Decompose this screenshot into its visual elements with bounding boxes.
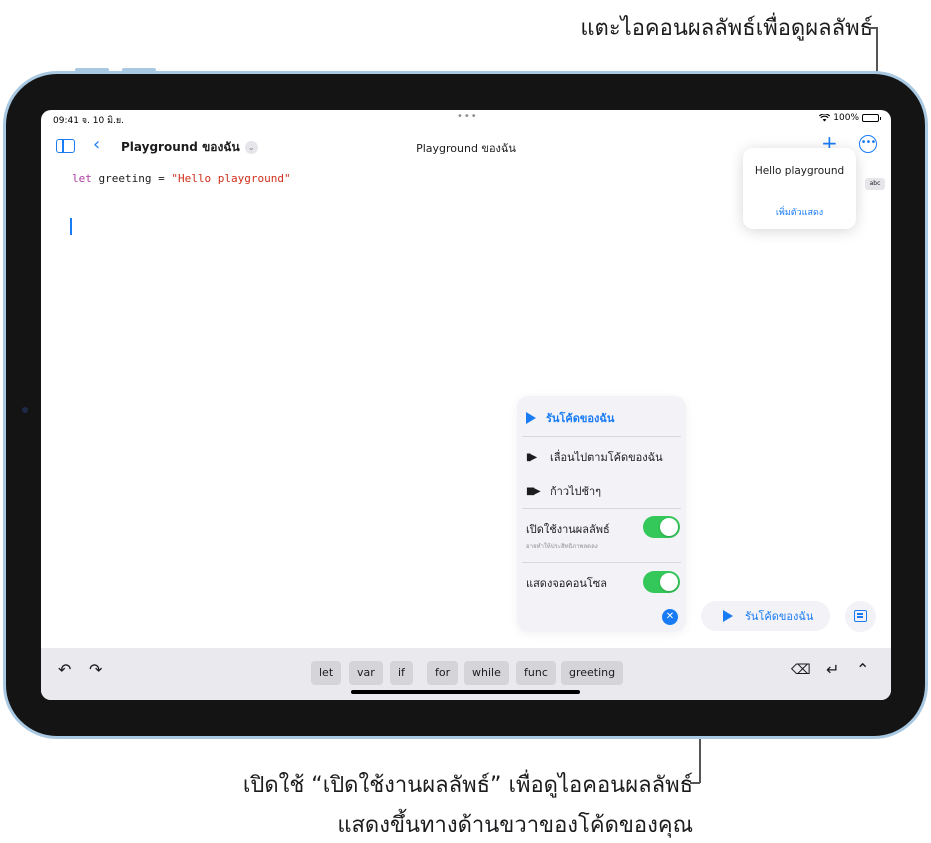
console-button[interactable] xyxy=(845,601,876,632)
home-indicator xyxy=(351,690,580,694)
callout-leader-top-tick xyxy=(869,27,877,29)
code-string: "Hello playground" xyxy=(171,172,291,185)
add-viewer-button[interactable]: เพิ่มตัวแสดง xyxy=(743,205,856,219)
undo-icon[interactable]: ↶ xyxy=(58,660,71,679)
battery-percent: 100% xyxy=(833,113,859,123)
shortcut-chip[interactable]: for xyxy=(427,661,459,685)
menu-step-through[interactable]: ▮▶ เลื่อนไปตามโค้ดของฉัน xyxy=(526,448,663,466)
shortcut-chip[interactable]: greeting xyxy=(561,661,624,685)
front-camera xyxy=(22,407,28,413)
step-through-icon: ▮▶ xyxy=(526,451,537,463)
menu-step-slowly-label: ก้าวไปช้าๆ xyxy=(550,485,602,498)
shortcut-bar: ↶ ↷ let var if for while func greeting ⌫… xyxy=(41,648,891,700)
menu-step-through-label: เลื่อนไปตามโค้ดของฉัน xyxy=(550,451,663,464)
more-ellipsis-icon[interactable]: ••• xyxy=(859,135,877,153)
shortcut-chip[interactable]: var xyxy=(349,661,383,685)
redo-icon[interactable]: ↷ xyxy=(89,660,102,679)
delete-backward-icon[interactable]: ⌫ xyxy=(791,662,811,678)
callout-line-2: แสดงขึ้นทางด้านขวาของโค้ดของคุณ xyxy=(337,813,693,838)
close-menu-icon[interactable]: ✕ xyxy=(662,609,678,625)
status-bar: 09:41 จ. 10 มิ.ย. ••• 100% xyxy=(41,110,891,128)
volume-button xyxy=(75,68,109,72)
menu-step-slowly[interactable]: ▮▮▶ ก้าวไปช้าๆ xyxy=(526,482,601,500)
battery-icon xyxy=(862,114,881,122)
status-right: 100% xyxy=(819,113,881,123)
multitasking-dots[interactable]: ••• xyxy=(457,111,478,122)
menu-run-label: รันโค้ดของฉัน xyxy=(546,412,615,425)
ipad-screen: 09:41 จ. 10 มิ.ย. ••• 100% ‹ Playground … xyxy=(41,110,891,700)
result-value: Hello playground xyxy=(754,165,845,177)
text-cursor xyxy=(70,218,72,235)
result-popover: Hello playground เพิ่มตัวแสดง xyxy=(743,148,856,229)
result-icon[interactable]: abc xyxy=(865,178,885,190)
play-icon xyxy=(723,610,733,622)
shortcut-chip[interactable]: func xyxy=(516,661,556,685)
code-keyword: let xyxy=(72,172,92,185)
show-console-toggle[interactable] xyxy=(643,571,680,593)
code-editor[interactable]: let greeting = "Hello playground" xyxy=(72,172,291,185)
code-identifier: greeting = xyxy=(91,172,172,185)
callout-leader-bottom-tick-bottom xyxy=(690,782,700,784)
shortcut-chip[interactable]: if xyxy=(390,661,413,685)
play-icon xyxy=(526,412,536,424)
menu-show-console-label: แสดงจอคอนโซล xyxy=(526,577,607,590)
menu-enable-results-note: อาจทำให้ประสิทธิภาพลดลง xyxy=(526,543,598,550)
callout-results-icon: แตะไอคอนผลลัพธ์เพื่อดูผลลัพธ์ xyxy=(580,16,873,41)
return-icon[interactable]: ↵ xyxy=(826,660,839,679)
console-icon xyxy=(854,610,867,622)
wifi-icon xyxy=(819,114,831,122)
step-slowly-icon: ▮▮▶ xyxy=(526,485,541,497)
callout-enable-results: เปิดใช้ “เปิดใช้งานผลลัพธ์” เพื่อดูไอคอน… xyxy=(243,766,693,843)
enable-results-toggle[interactable] xyxy=(643,516,680,538)
shortcut-chip[interactable]: while xyxy=(464,661,509,685)
menu-run-my-code[interactable]: รันโค้ดของฉัน xyxy=(526,409,614,427)
run-button-label: รันโค้ดของฉัน xyxy=(745,610,814,623)
chevron-up-icon[interactable]: ⌃ xyxy=(856,660,869,679)
menu-divider xyxy=(522,562,681,563)
run-options-menu: รันโค้ดของฉัน ▮▶ เลื่อนไปตามโค้ดของฉัน ▮… xyxy=(517,396,686,632)
status-time: 09:41 จ. 10 มิ.ย. xyxy=(53,116,125,126)
menu-divider xyxy=(522,508,681,509)
shortcut-chip[interactable]: let xyxy=(311,661,342,685)
run-my-code-button[interactable]: รันโค้ดของฉัน xyxy=(701,601,830,631)
volume-button-2 xyxy=(122,68,156,72)
callout-line-1: เปิดใช้ “เปิดใช้งานผลลัพธ์” เพื่อดูไอคอน… xyxy=(242,773,693,798)
menu-enable-results-label: เปิดใช้งานผลลัพธ์ xyxy=(526,523,610,536)
menu-divider xyxy=(522,436,681,437)
